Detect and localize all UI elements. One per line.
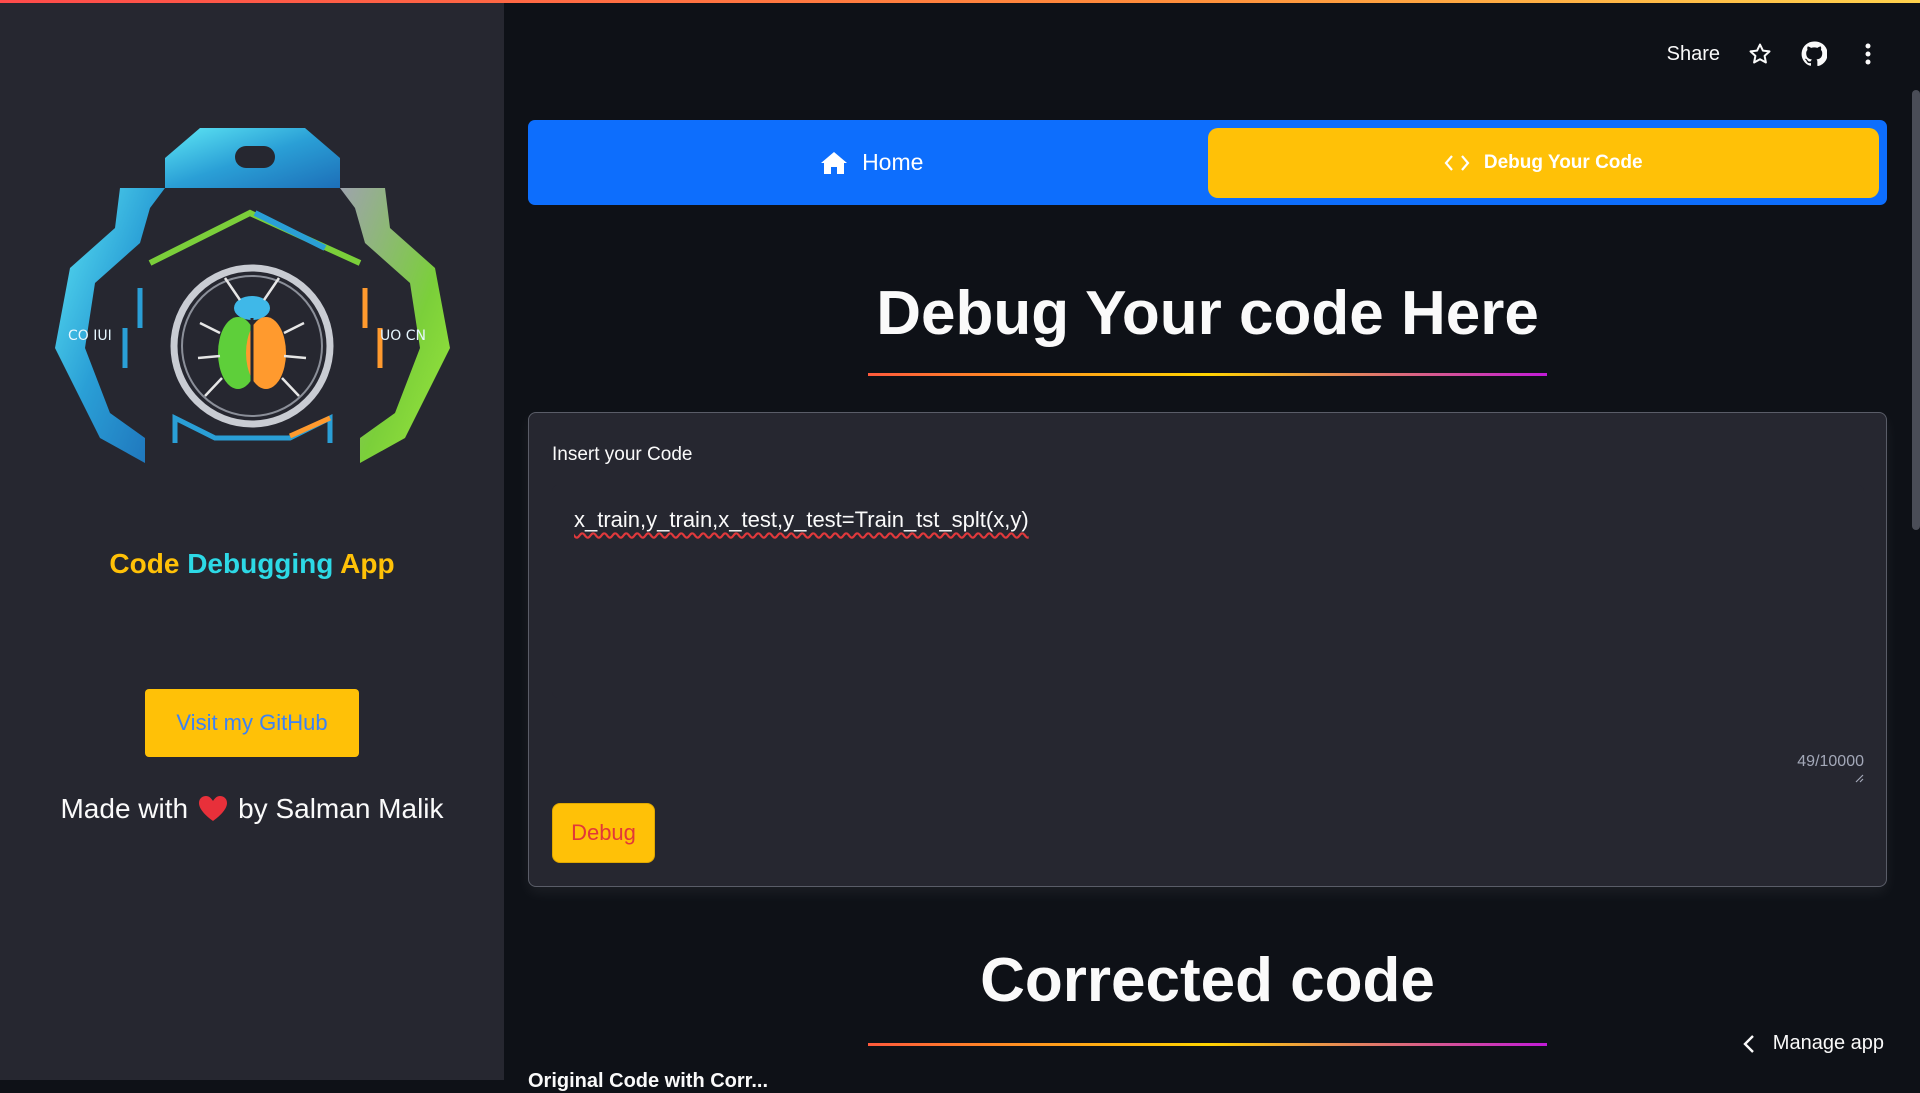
- bug-circuit-logo: CO IUI UO CN: [55, 128, 450, 463]
- svg-text:CO IUI: CO IUI: [68, 328, 112, 344]
- app-title-word-1: Code: [109, 548, 180, 579]
- corrected-code-title: Corrected code: [980, 946, 1435, 1015]
- made-with-credit: Made with by Salman Malik: [0, 793, 504, 825]
- page-scrollbar[interactable]: [1912, 90, 1920, 530]
- nav-item-debug[interactable]: Debug Your Code: [1207, 127, 1879, 198]
- visit-github-button[interactable]: Visit my GitHub: [145, 689, 359, 757]
- app-title-word-2: Debugging: [187, 548, 334, 579]
- page-title: Debug Your code Here: [876, 279, 1539, 348]
- code-icon: [1444, 154, 1470, 171]
- title-underline: [868, 373, 1547, 376]
- code-textarea-value: x_train,y_train,x_test,y_test=Train_tst_…: [574, 507, 1029, 532]
- share-button[interactable]: Share: [1667, 43, 1720, 66]
- nav-item-debug-label: Debug Your Code: [1483, 151, 1643, 173]
- debug-button[interactable]: Debug: [552, 803, 655, 863]
- app-title-word-3: App: [340, 548, 395, 579]
- sidebar: CO IUI UO CN Code Debugging App Visit my…: [0, 0, 504, 1080]
- code-form: Insert your Code x_train,y_train,x_test,…: [528, 412, 1887, 887]
- chevron-left-icon: [1743, 1034, 1754, 1053]
- heart-icon: [199, 796, 228, 821]
- kebab-menu-icon[interactable]: [1854, 40, 1882, 68]
- nav-item-home-label: Home: [862, 149, 924, 175]
- star-icon[interactable]: [1746, 40, 1774, 68]
- corrected-title-underline: [868, 1043, 1547, 1046]
- manage-app-button[interactable]: Manage app: [1743, 1032, 1884, 1055]
- svg-text:UO CN: UO CN: [380, 328, 426, 344]
- made-with-author: by Salman Malik: [238, 793, 444, 824]
- home-icon: [821, 151, 848, 174]
- char-counter: 49/10000: [1797, 753, 1864, 770]
- manage-app-label: Manage app: [1772, 1032, 1884, 1054]
- top-nav: Home Debug Your Code: [528, 120, 1887, 205]
- code-textarea[interactable]: x_train,y_train,x_test,y_test=Train_tst_…: [552, 485, 1864, 698]
- resize-handle-icon[interactable]: [1854, 773, 1864, 783]
- nav-item-home[interactable]: Home: [536, 128, 1208, 198]
- header-toolbar: Share: [1667, 38, 1882, 70]
- made-with-prefix: Made with: [60, 793, 189, 824]
- github-icon[interactable]: [1800, 40, 1828, 68]
- partial-section-label: Original Code with Corr...: [528, 1070, 769, 1092]
- top-decoration-bar: [0, 0, 1920, 3]
- app-title: Code Debugging App: [0, 548, 504, 580]
- code-input-label: Insert your Code: [552, 444, 693, 465]
